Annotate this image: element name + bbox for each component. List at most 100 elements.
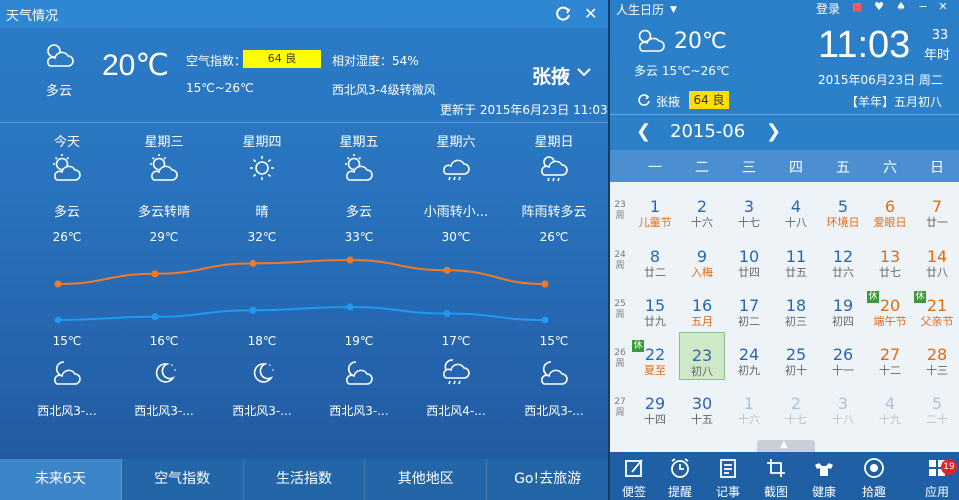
lunar-day: 十二 (879, 364, 901, 377)
shirt-icon[interactable]: ♠ (894, 0, 908, 14)
calendar-day[interactable]: 26 十一 (820, 332, 866, 380)
tab-other-regions[interactable]: 其他地区 (365, 459, 488, 500)
holiday-badge: 休 (632, 340, 644, 352)
next-month-icon[interactable]: ❯ (766, 121, 781, 142)
calendar-day[interactable]: 13 廿七 (867, 234, 913, 282)
calendar-day[interactable]: 2 十七 (773, 381, 819, 429)
tab-air-index[interactable]: 空气指数 (121, 459, 244, 500)
lunar-day: 廿二 (644, 266, 666, 279)
calendar-day[interactable]: 25 初十 (773, 332, 819, 380)
calendar-day[interactable]: 3 十七 (726, 184, 772, 232)
calendar-city[interactable]: 张掖 (656, 93, 680, 110)
lunar-day: 十一 (832, 364, 854, 377)
partly-cloudy-icon (345, 154, 373, 181)
calendar-aqi-badge[interactable]: 64 良 (689, 91, 729, 109)
calendar-day[interactable]: 9 入梅 (679, 234, 725, 282)
calendar-day[interactable]: 休 22 夏至 (632, 332, 678, 380)
alarm-icon (671, 458, 689, 478)
calendar-day[interactable]: 2 十六 (679, 184, 725, 232)
gift-icon[interactable]: ■ (850, 0, 864, 14)
calendar-day[interactable]: 1 儿童节 (632, 184, 678, 232)
calendar-day[interactable]: 15 廿九 (632, 283, 678, 331)
toolbar-button-fun[interactable]: 拾趣 (850, 452, 898, 500)
calendar-day[interactable]: 4 十八 (773, 184, 819, 232)
lunar-date: 【羊年】五月初八 (846, 95, 943, 109)
calendar-day[interactable]: 6 爱眼日 (867, 184, 913, 232)
tab-go-travel[interactable]: Go!去旅游 (487, 459, 608, 500)
calendar-day[interactable]: 1 十六 (726, 381, 772, 429)
minimize-icon[interactable]: − (916, 0, 930, 14)
calendar-day[interactable]: 10 廿四 (726, 234, 772, 282)
calendar-day[interactable]: 16 五月 (679, 283, 725, 331)
calendar-day[interactable]: 休 20 端午节 (867, 283, 913, 331)
lunar-day: 十八 (832, 413, 854, 426)
day-number: 24 (738, 345, 760, 364)
tab-future-6-days[interactable]: 未来6天 (0, 459, 122, 500)
caret-down-icon[interactable]: ▼ (670, 5, 677, 15)
weekday-label: 四 (789, 160, 803, 176)
calendar-day[interactable]: 4 十九 (867, 381, 913, 429)
lunar-day: 廿七 (879, 266, 901, 279)
tab-life-index[interactable]: 生活指数 (243, 459, 366, 500)
weekday-label: 一 (648, 160, 662, 176)
calendar-day[interactable]: 29 十四 (632, 381, 678, 429)
toolbar-button-fitness[interactable]: 健康 (800, 452, 848, 500)
forecast-day-name: 星期日 (534, 135, 574, 150)
day-number: 19 (832, 296, 854, 315)
calendar-day[interactable]: 14 廿八 (914, 234, 959, 282)
calendar-day[interactable]: 19 初四 (820, 283, 866, 331)
day-number: 17 (738, 296, 760, 315)
lunar-day: 廿五 (785, 266, 807, 279)
calendar-day[interactable]: 休 21 父亲节 (914, 283, 959, 331)
chevron-up-icon[interactable]: ▲ (780, 439, 788, 450)
week-number-value: 23 (614, 200, 626, 210)
week-number: 26 周 (612, 348, 628, 370)
forecast-wind: 西北风3-... (37, 404, 97, 418)
toolbar-button-screenshot[interactable]: 截图 (752, 452, 800, 500)
close-icon[interactable]: ✕ (936, 0, 950, 14)
holiday-badge: 休 (914, 291, 926, 303)
calendar-day[interactable]: 5 二十 (914, 381, 959, 429)
calendar-day[interactable]: 30 十五 (679, 381, 725, 429)
forecast-wind: 西北风3-... (524, 404, 584, 418)
login-link[interactable]: 登录 (816, 0, 840, 17)
calendar-day[interactable]: 17 初二 (726, 283, 772, 331)
toolbar-button-memo[interactable]: 记事 (704, 452, 752, 500)
weekday-label: 日 (930, 160, 944, 176)
day-number: 5 (931, 394, 943, 413)
forecast-day-condition: 多云 (345, 205, 372, 220)
calendar-day[interactable]: 5 环境日 (820, 184, 866, 232)
calendar-day[interactable]: 12 廿六 (820, 234, 866, 282)
calendar-day[interactable]: 24 初九 (726, 332, 772, 380)
toolbar-button-alarm[interactable]: 提醒 (656, 452, 704, 500)
calendar-day[interactable]: 8 廿二 (632, 234, 678, 282)
high-temp-line (57, 258, 546, 285)
weather-tabs: 未来6天 空气指数 生活指数 其他地区 Go!去旅游 (0, 459, 608, 500)
toolbar-button-label: 提醒 (667, 485, 692, 499)
low-temp-point (151, 313, 159, 321)
low-temp-point (443, 310, 451, 317)
calendar-day[interactable]: 7 廿一 (914, 184, 959, 232)
prev-month-icon[interactable]: ❮ (636, 121, 651, 142)
day-number: 27 (879, 345, 901, 364)
calendar-day[interactable]: 3 十八 (820, 381, 866, 429)
month-label[interactable]: 2015-06 (670, 121, 745, 142)
lunar-day: 入梅 (691, 266, 713, 279)
rain-icon (442, 159, 470, 181)
calendar-day[interactable]: 27 十二 (867, 332, 913, 380)
calendar-day[interactable]: 11 廿五 (773, 234, 819, 282)
app-name[interactable]: 人生日历 (616, 1, 664, 18)
calendar-day[interactable]: 18 初三 (773, 283, 819, 331)
refresh-icon[interactable] (636, 92, 652, 108)
cloudy-night-icon (540, 361, 568, 385)
calendar-day[interactable]: 28 十三 (914, 332, 959, 380)
bell-icon[interactable]: ♥ (872, 0, 886, 14)
divider (610, 114, 959, 115)
lunar-day: 十七 (785, 413, 807, 426)
day-number: 9 (696, 247, 708, 266)
calendar-day-today[interactable]: 23 初八 (679, 332, 725, 380)
lunar-day: 廿六 (832, 266, 854, 279)
high-temp-point (541, 280, 549, 288)
toolbar-button-note[interactable]: 便签 (610, 452, 658, 500)
note-icon (625, 459, 643, 477)
